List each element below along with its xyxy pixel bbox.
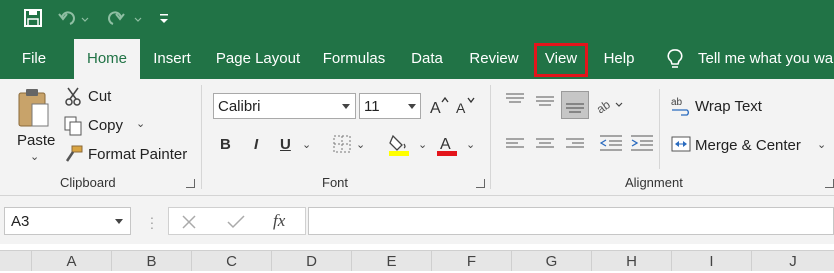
underline-dropdown-icon[interactable]: ⌄ (302, 138, 311, 151)
save-icon[interactable] (24, 9, 42, 27)
ribbon-home: Paste ⌄ Cut Copy ⌄ Format Painter Clipbo… (0, 79, 834, 196)
column-header[interactable]: E (351, 251, 431, 271)
alignment-inner-separator (659, 89, 660, 169)
formula-input[interactable] (308, 207, 834, 235)
column-header[interactable]: H (591, 251, 671, 271)
customize-qat-icon[interactable] (159, 13, 169, 25)
copy-button[interactable]: Copy (88, 117, 123, 134)
font-name-value: Calibri (218, 98, 261, 115)
ribbon-tabs: File Home Insert Page Layout Formulas Da… (0, 39, 834, 79)
merge-center-icon[interactable] (671, 136, 691, 152)
paste-icon[interactable] (17, 88, 51, 130)
decrease-font-size-icon[interactable]: A (455, 96, 475, 114)
insert-function-button[interactable]: fx (273, 211, 285, 231)
font-size-dropdown-icon[interactable] (408, 104, 416, 109)
font-size-combo[interactable]: 11 (359, 93, 421, 119)
select-all-corner[interactable] (0, 251, 31, 271)
formula-bar-grip: ... (150, 206, 154, 232)
tab-review[interactable]: Review (464, 39, 524, 79)
formula-buttons: fx (168, 207, 306, 235)
bottom-align-button[interactable] (561, 91, 589, 119)
tab-data[interactable]: Data (404, 39, 450, 79)
undo-icon[interactable] (58, 10, 90, 26)
font-group: Calibri 11 A A B I U ⌄ ⌄ ⌄ A ⌄ Font (202, 79, 490, 195)
svg-text:ab: ab (597, 97, 613, 113)
fill-color-dropdown-icon[interactable]: ⌄ (418, 138, 427, 151)
font-launcher-icon[interactable] (476, 179, 485, 188)
column-header[interactable]: J (751, 251, 834, 271)
svg-text:A: A (440, 136, 451, 153)
name-box-value: A3 (11, 213, 30, 230)
tab-help[interactable]: Help (598, 39, 640, 79)
alignment-group: ab ab Wrap Text Merge & Center ⌄ Alignme… (491, 79, 834, 195)
tab-file[interactable]: File (14, 39, 54, 79)
italic-button[interactable]: I (254, 136, 258, 153)
name-box[interactable]: A3 (4, 207, 131, 235)
font-color-icon[interactable]: A (436, 132, 458, 156)
align-center-icon[interactable] (536, 138, 554, 150)
tab-home[interactable]: Home (74, 39, 140, 79)
svg-text:A: A (430, 100, 441, 114)
merge-center-button[interactable]: Merge & Center (695, 137, 801, 154)
font-name-combo[interactable]: Calibri (213, 93, 356, 119)
tab-insert[interactable]: Insert (146, 39, 198, 79)
column-header[interactable]: F (431, 251, 511, 271)
middle-align-icon[interactable] (536, 96, 554, 108)
borders-icon[interactable] (333, 135, 351, 153)
column-header[interactable]: C (191, 251, 271, 271)
bottom-align-icon (566, 103, 584, 113)
clipboard-group: Paste ⌄ Cut Copy ⌄ Format Painter Clipbo… (0, 79, 200, 195)
top-align-icon[interactable] (506, 93, 524, 105)
name-box-dropdown-icon[interactable] (115, 219, 123, 224)
redo-icon[interactable] (105, 10, 145, 26)
lightbulb-icon (667, 49, 683, 68)
clipboard-launcher-icon[interactable] (186, 179, 195, 188)
font-size-value: 11 (364, 98, 380, 115)
column-header[interactable]: D (271, 251, 351, 271)
paste-dropdown-icon[interactable]: ⌄ (30, 150, 39, 163)
format-painter-button[interactable]: Format Painter (88, 146, 187, 163)
quick-access-toolbar (0, 0, 834, 39)
paste-button[interactable]: Paste (17, 132, 55, 149)
tell-me-search[interactable]: Tell me what you wa (698, 39, 834, 79)
column-header[interactable]: B (111, 251, 191, 271)
font-name-dropdown-icon[interactable] (342, 104, 350, 109)
svg-text:A: A (456, 100, 466, 114)
align-right-icon[interactable] (566, 138, 584, 150)
clipboard-group-label: Clipboard (60, 175, 116, 190)
format-painter-icon[interactable] (64, 145, 84, 163)
cancel-icon[interactable] (181, 214, 197, 230)
font-group-label: Font (322, 175, 349, 190)
merge-dropdown-icon[interactable]: ⌄ (817, 138, 826, 151)
column-headers: A B C D E F G H I J (0, 250, 834, 271)
copy-dropdown-icon[interactable]: ⌄ (136, 117, 145, 130)
tab-page-layout[interactable]: Page Layout (212, 39, 304, 79)
column-header[interactable]: A (31, 251, 111, 271)
column-header[interactable]: G (511, 251, 591, 271)
borders-dropdown-icon[interactable]: ⌄ (356, 138, 365, 151)
cut-icon[interactable] (64, 87, 82, 107)
bold-button[interactable]: B (220, 136, 231, 153)
underline-button[interactable]: U (280, 136, 291, 153)
decrease-indent-icon[interactable] (600, 135, 622, 151)
increase-font-size-icon[interactable]: A (429, 96, 449, 114)
wrap-text-button[interactable]: Wrap Text (695, 98, 762, 115)
cut-button[interactable]: Cut (88, 88, 111, 105)
alignment-group-label: Alignment (625, 175, 683, 190)
svg-text:ab: ab (671, 97, 683, 108)
enter-check-icon[interactable] (227, 214, 245, 230)
increase-indent-icon[interactable] (631, 135, 653, 151)
view-tab-highlight (534, 43, 588, 77)
column-header[interactable]: I (671, 251, 751, 271)
fill-color-icon[interactable] (388, 132, 410, 156)
orientation-icon[interactable]: ab (597, 95, 623, 113)
align-left-icon[interactable] (506, 138, 524, 150)
alignment-launcher-icon[interactable] (825, 179, 834, 188)
wrap-text-icon[interactable]: ab (671, 96, 691, 116)
tab-formulas[interactable]: Formulas (318, 39, 390, 79)
copy-icon[interactable] (64, 116, 82, 136)
font-color-dropdown-icon[interactable]: ⌄ (466, 138, 475, 151)
